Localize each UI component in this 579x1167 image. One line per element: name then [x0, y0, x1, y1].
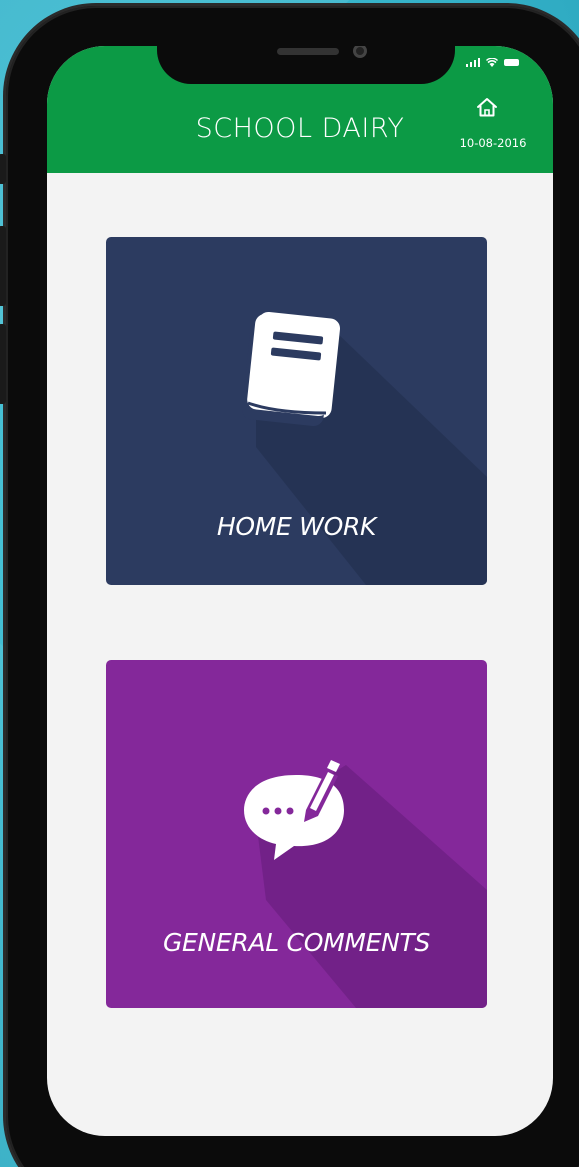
- home-icon[interactable]: [475, 96, 499, 118]
- battery-icon: [504, 59, 519, 66]
- home-work-card[interactable]: HOME WORK: [106, 237, 487, 585]
- date-label: 10-08-2016: [459, 136, 527, 150]
- volume-up-button: [0, 226, 6, 306]
- home-work-label: HOME WORK: [216, 512, 377, 541]
- app-screen: SCHOOL DAIRY 10-08-2016 HOME WORK GENERA…: [47, 46, 553, 1136]
- general-comments-label: GENERAL COMMENTS: [162, 928, 431, 957]
- front-camera: [353, 46, 367, 58]
- volume-down-button: [0, 324, 6, 404]
- signal-icon: [465, 58, 480, 67]
- wifi-icon: [486, 58, 498, 67]
- general-comments-card[interactable]: GENERAL COMMENTS: [106, 660, 487, 1008]
- speaker: [277, 48, 339, 55]
- mute-switch: [0, 154, 6, 184]
- status-bar: [465, 58, 519, 67]
- phone-notch: [157, 46, 455, 84]
